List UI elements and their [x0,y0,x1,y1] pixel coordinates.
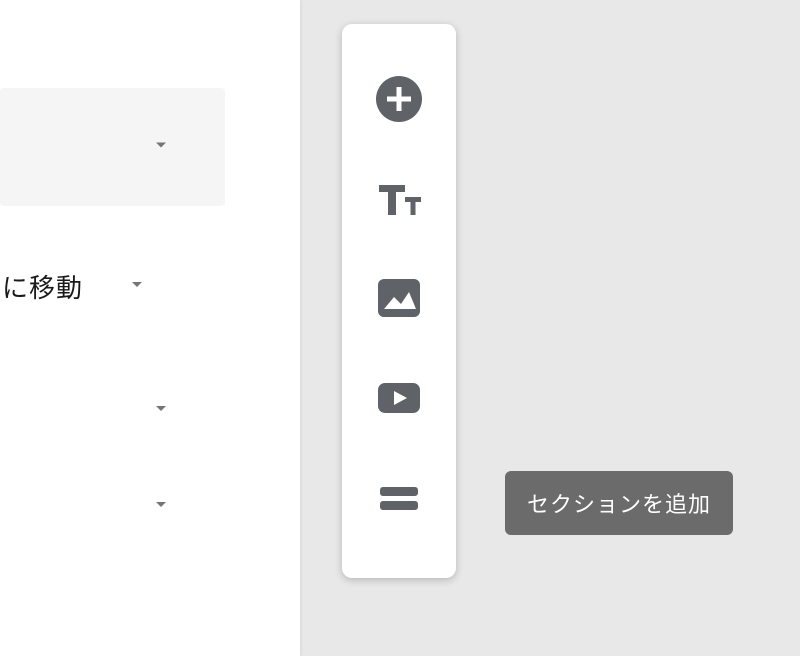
tooltip: セクションを追加 [505,471,733,535]
chevron-down-icon [149,396,173,425]
form-panel: に移動 [0,0,300,656]
chevron-down-icon [149,492,173,521]
move-to-row[interactable]: に移動 [0,258,225,314]
section-icon [376,475,422,526]
image-icon [376,275,422,326]
dropdown-row[interactable] [0,380,225,430]
add-image-button[interactable] [371,273,427,329]
tooltip-text: セクションを追加 [527,492,711,517]
add-title-button[interactable] [371,173,427,229]
video-icon [376,375,422,426]
move-to-label: に移動 [2,268,83,305]
dropdown-select[interactable] [0,88,225,206]
chevron-down-icon [149,133,173,162]
dropdown-row[interactable] [0,476,225,526]
form-toolbar [342,24,456,578]
add-question-button[interactable] [371,74,427,130]
add-section-button[interactable] [371,472,427,528]
add-video-button[interactable] [371,373,427,429]
plus-circle-icon [376,76,422,127]
text-icon [375,175,423,228]
chevron-down-icon [125,272,149,301]
